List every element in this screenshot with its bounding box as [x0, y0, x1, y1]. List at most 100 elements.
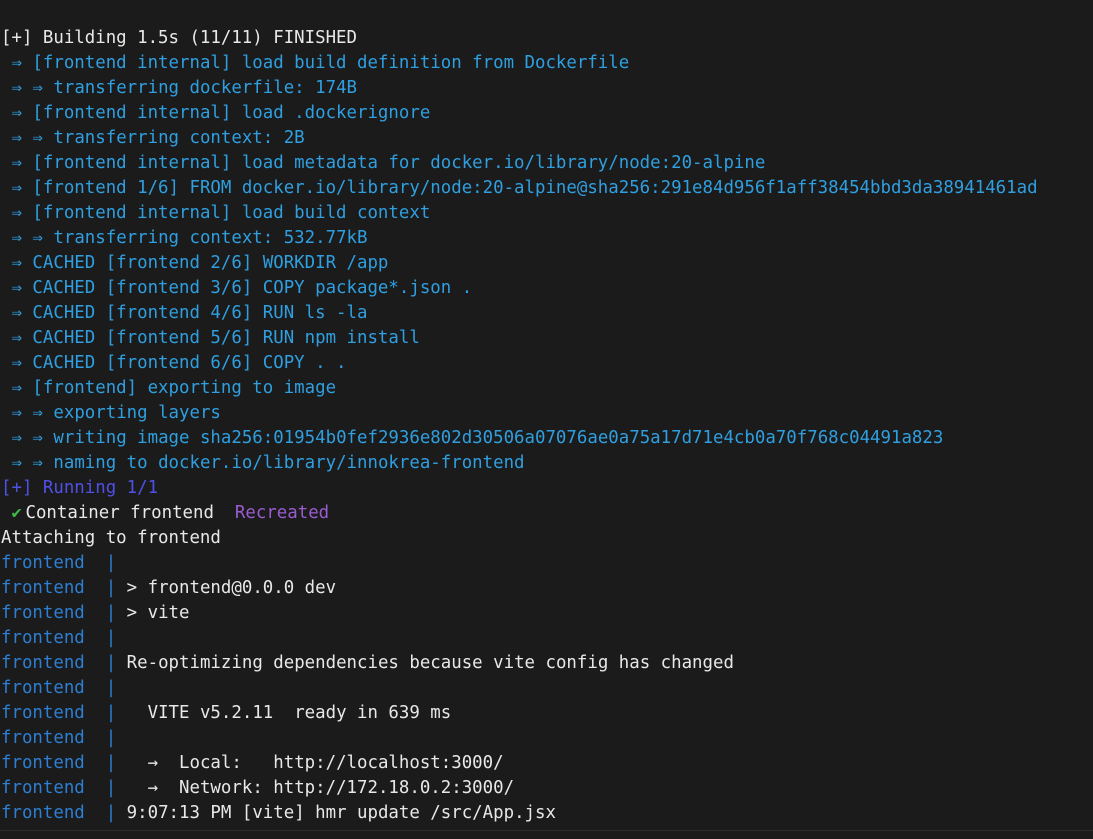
service-log-row: frontend | → Local: http://localhost:300… [0, 751, 1093, 776]
service-log-row: frontend | [0, 551, 1093, 576]
service-log-row: frontend | VITE v5.2.11 ready in 639 ms [0, 701, 1093, 726]
build-step-row: ⇒ ⇒ exporting layers [0, 401, 1093, 426]
build-step-row: ⇒ ⇒ transferring dockerfile: 174B [0, 76, 1093, 101]
build-step-text: transferring dockerfile: 174B [53, 78, 358, 98]
terminal-window[interactable]: alex on alex-PC via default() at …\innok… [0, 0, 1093, 839]
build-step-row: ⇒ ⇒ naming to docker.io/library/innokrea… [0, 451, 1093, 476]
build-step-row: ⇒ CACHED [frontend 6/6] COPY . . [0, 351, 1093, 376]
build-step-subarrow-icon: ⇒ [32, 428, 54, 448]
service-log-row: frontend | [0, 726, 1093, 751]
build-step-row: ⇒ CACHED [frontend 3/6] COPY package*.js… [0, 276, 1093, 301]
service-log-pipe: | [105, 553, 117, 573]
build-step-arrow-icon: ⇒ [1, 78, 33, 98]
service-log-message: > vite [116, 603, 190, 623]
build-step-arrow-icon: ⇒ [1, 128, 33, 148]
build-step-text: [frontend internal] load metadata for do… [32, 153, 766, 173]
build-step-text: [frontend internal] load .dockerignore [32, 103, 431, 123]
service-log-message: VITE v5.2.11 ready in 639 ms [116, 703, 452, 723]
build-step-text: exporting layers [53, 403, 221, 423]
build-step-row: ⇒ ⇒ transferring context: 532.77kB [0, 226, 1093, 251]
build-step-text: [frontend] exporting to image [32, 378, 337, 398]
build-step-subarrow-icon: ⇒ [32, 453, 54, 473]
service-log-list: frontend | frontend | > frontend@0.0.0 de… [0, 551, 1093, 826]
build-step-arrow-icon: ⇒ [1, 278, 33, 298]
terminal-bottom-divider [0, 830, 1093, 839]
attaching-text: Attaching to frontend [1, 528, 221, 548]
service-log-prefix: frontend [1, 603, 85, 623]
build-step-list: ⇒ [frontend internal] load build definit… [0, 51, 1093, 476]
service-log-row: frontend | Re-optimizing dependencies be… [0, 651, 1093, 676]
build-step-subarrow-icon: ⇒ [32, 228, 54, 248]
build-step-arrow-icon: ⇒ [1, 303, 33, 323]
build-step-row: ⇒ CACHED [frontend 2/6] WORKDIR /app [0, 251, 1093, 276]
service-log-message: > frontend@0.0.0 dev [116, 578, 337, 598]
build-step-text: [frontend internal] load build definitio… [32, 53, 630, 73]
build-step-row: ⇒ [frontend internal] load metadata for … [0, 151, 1093, 176]
build-step-arrow-icon: ⇒ [1, 428, 33, 448]
service-log-message: → Local: http://localhost:3000/ [116, 753, 504, 773]
build-step-arrow-icon: ⇒ [1, 328, 33, 348]
build-step-row: ⇒ ⇒ writing image sha256:01954b0fef2936e… [0, 426, 1093, 451]
build-step-text: [frontend 1/6] FROM docker.io/library/no… [32, 178, 1038, 198]
service-log-prefix: frontend [1, 653, 85, 673]
terminal-screen[interactable]: alex on alex-PC via default() at …\innok… [0, 0, 1093, 830]
service-log-prefix: frontend [1, 753, 85, 773]
build-step-row: ⇒ [frontend] exporting to image [0, 376, 1093, 401]
build-step-row: ⇒ CACHED [frontend 4/6] RUN ls -la [0, 301, 1093, 326]
build-step-arrow-icon: ⇒ [1, 378, 33, 398]
service-log-message: → Network: http://172.18.0.2:3000/ [116, 778, 515, 798]
build-step-text: CACHED [frontend 6/6] COPY . . [32, 353, 347, 373]
build-step-subarrow-icon: ⇒ [32, 78, 54, 98]
build-step-arrow-icon: ⇒ [1, 53, 33, 73]
build-step-arrow-icon: ⇒ [1, 153, 33, 173]
build-step-text: CACHED [frontend 3/6] COPY package*.json… [32, 278, 473, 298]
service-log-prefix: frontend [1, 703, 85, 723]
build-step-arrow-icon: ⇒ [1, 353, 33, 373]
service-log-row: frontend | > frontend@0.0.0 dev [0, 576, 1093, 601]
service-log-pipe: | [105, 803, 117, 823]
build-step-row: ⇒ [frontend internal] load build context [0, 201, 1093, 226]
service-log-message: 9:07:13 PM [vite] hmr update /src/App.js… [116, 803, 556, 823]
status-badge: Recreated [234, 503, 330, 523]
build-step-subarrow-icon: ⇒ [32, 403, 54, 423]
build-step-arrow-icon: ⇒ [1, 453, 33, 473]
service-log-pipe: | [105, 678, 117, 698]
prompt-line: alex on alex-PC via default() at …\innok… [0, 0, 1093, 26]
build-step-text: CACHED [frontend 2/6] WORKDIR /app [32, 253, 389, 273]
build-step-subarrow-icon: ⇒ [32, 128, 54, 148]
service-log-prefix: frontend [1, 778, 85, 798]
build-step-text: [frontend internal] load build context [32, 203, 431, 223]
service-log-pipe: | [105, 653, 117, 673]
build-step-text: transferring context: 2B [53, 128, 305, 148]
service-log-pipe: | [105, 703, 117, 723]
service-log-row: frontend | 9:07:13 PM [vite] hmr update … [0, 801, 1093, 826]
service-log-row: frontend | > vite [0, 601, 1093, 626]
service-log-prefix: frontend [1, 803, 85, 823]
check-icon: ✔ [11, 503, 22, 523]
build-step-row: ⇒ CACHED [frontend 5/6] RUN npm install [0, 326, 1093, 351]
service-log-pipe: | [105, 578, 117, 598]
container-status-label: Container frontend [25, 503, 214, 523]
build-step-text: writing image sha256:01954b0fef2936e802d… [53, 428, 944, 448]
running-header-text: [+] Running 1/1 [1, 478, 159, 498]
build-step-arrow-icon: ⇒ [1, 403, 33, 423]
build-step-row: ⇒ [frontend 1/6] FROM docker.io/library/… [0, 176, 1093, 201]
build-step-arrow-icon: ⇒ [1, 103, 33, 123]
service-log-prefix: frontend [1, 728, 85, 748]
container-status-line: ✔ Container frontend Recreated [0, 501, 1093, 526]
build-step-row: ⇒ [frontend internal] load build definit… [0, 51, 1093, 76]
service-log-prefix: frontend [1, 678, 85, 698]
running-header: [+] Running 1/1 [0, 476, 1093, 501]
service-log-prefix: frontend [1, 578, 85, 598]
build-step-text: CACHED [frontend 5/6] RUN npm install [32, 328, 420, 348]
build-step-text: naming to docker.io/library/innokrea-fro… [53, 453, 525, 473]
attaching-line: Attaching to frontend [0, 526, 1093, 551]
build-step-row: ⇒ [frontend internal] load .dockerignore [0, 101, 1093, 126]
service-log-row: frontend | [0, 626, 1093, 651]
build-step-arrow-icon: ⇒ [1, 203, 33, 223]
build-step-text: CACHED [frontend 4/6] RUN ls -la [32, 303, 368, 323]
build-step-arrow-icon: ⇒ [1, 253, 33, 273]
service-log-pipe: | [105, 778, 117, 798]
service-log-row: frontend | → Network: http://172.18.0.2:… [0, 776, 1093, 801]
service-log-row: frontend | [0, 676, 1093, 701]
